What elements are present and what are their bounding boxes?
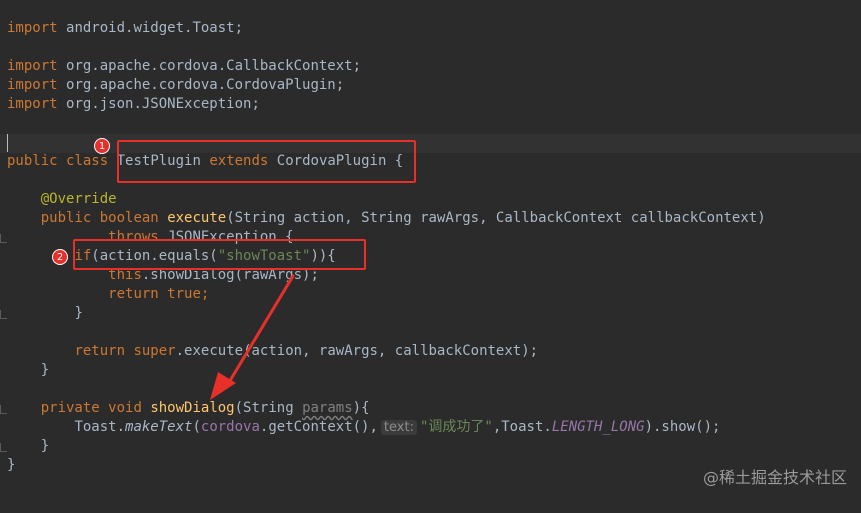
arrow-icon — [210, 274, 295, 400]
watermark: @稀土掘金技术社区 — [702, 468, 847, 487]
